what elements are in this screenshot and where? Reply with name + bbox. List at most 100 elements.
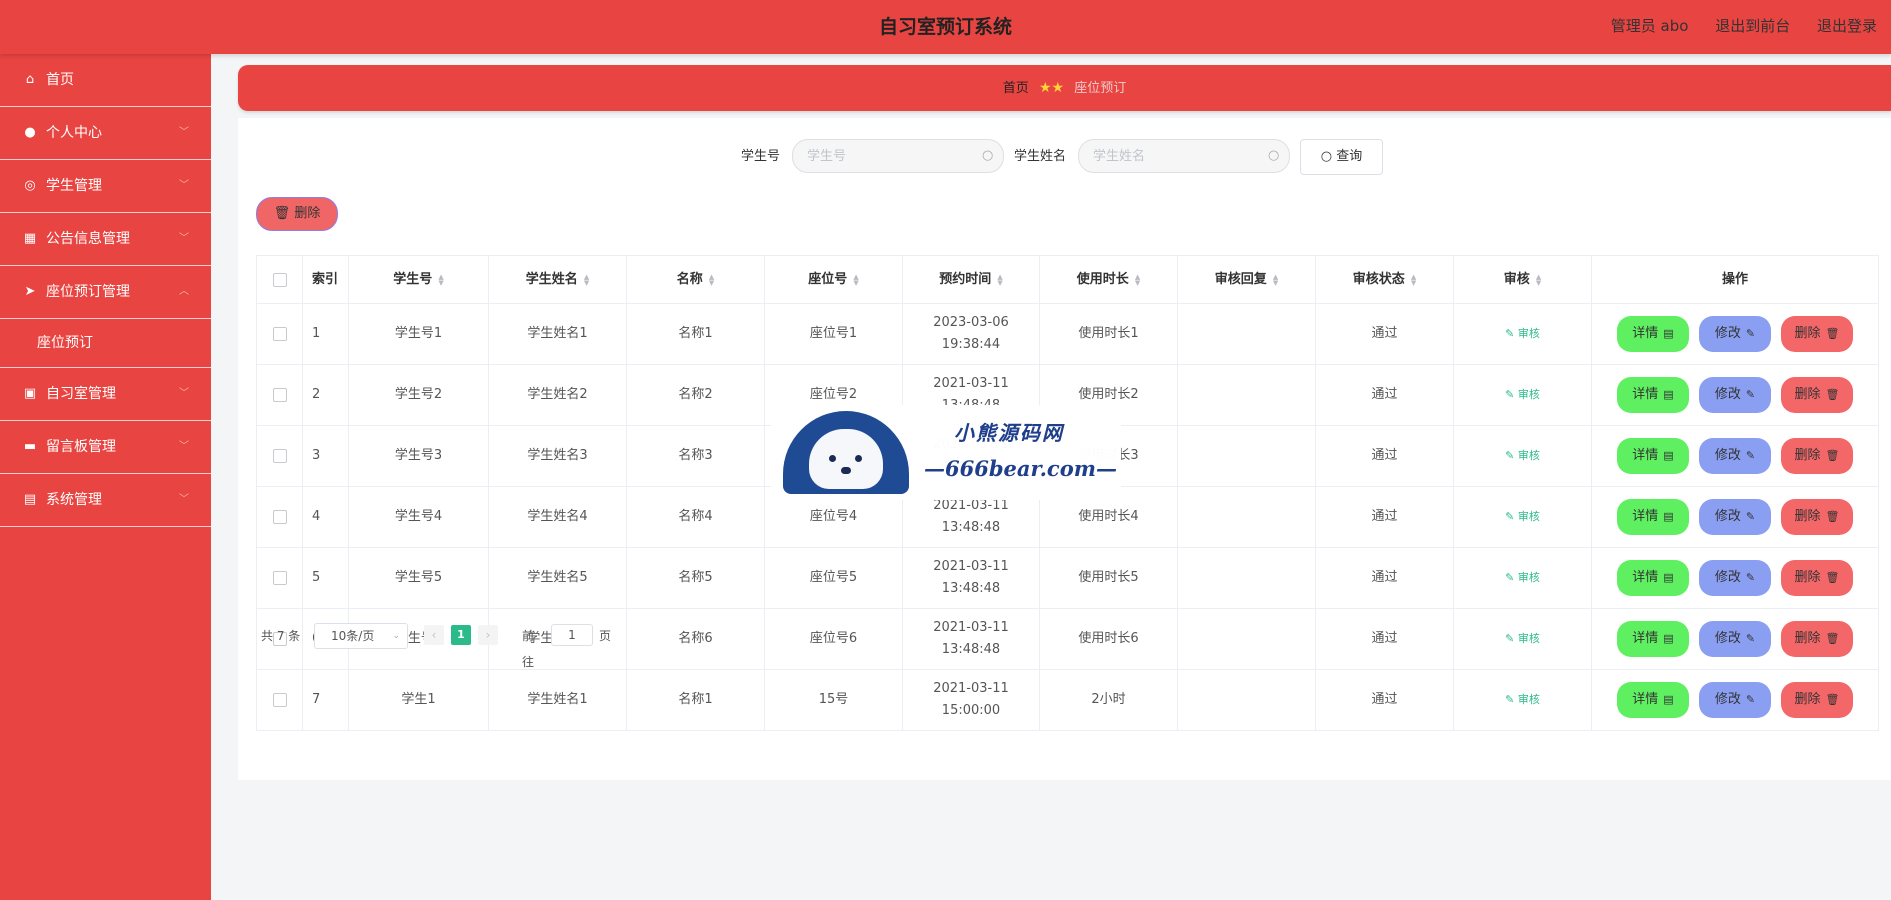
edit-button[interactable]: 修改 ✎ xyxy=(1699,682,1771,718)
cell-status: 通过 xyxy=(1371,509,1398,524)
table-header-cell[interactable]: 使用时长 ▲ ▼ xyxy=(1040,256,1178,303)
detail-button-label: 详情 xyxy=(1632,631,1659,646)
delete-button[interactable]: 删除 🗑 xyxy=(1781,682,1853,718)
audit-link[interactable]: ✎ 审核 xyxy=(1505,628,1540,650)
sort-icon[interactable]: ▲ ▼ xyxy=(1135,273,1140,286)
detail-button-label: 详情 xyxy=(1632,448,1659,463)
sidebar-item[interactable]: ▬ 留言板管理 ﹀ xyxy=(0,421,211,474)
table-header-cell[interactable]: 座位号 ▲ ▼ xyxy=(765,256,903,303)
sidebar-item[interactable]: ▤ 系统管理 ﹀ xyxy=(0,474,211,527)
batch-delete-button[interactable]: 🗑 删除 xyxy=(256,197,338,231)
row-checkbox[interactable] xyxy=(272,510,287,524)
next-page-button[interactable]: › xyxy=(478,625,498,645)
delete-button[interactable]: 删除 🗑 xyxy=(1781,499,1853,535)
detail-button[interactable]: 详情 ▤ xyxy=(1617,682,1689,718)
sidebar-item[interactable]: ◎ 学生管理 ﹀ xyxy=(0,160,211,213)
sort-icon[interactable]: ▲ ▼ xyxy=(1411,273,1416,286)
cell-time: 2021-03-11 13:48:48 xyxy=(933,559,1009,596)
sidebar-subitem-seat-booking[interactable]: 座位预订 xyxy=(0,319,211,368)
table-header-cell[interactable]: 名称 ▲ ▼ xyxy=(627,256,765,303)
select-all-checkbox[interactable] xyxy=(272,272,287,287)
column-header-label: 操作 xyxy=(1721,271,1748,287)
delete-button[interactable]: 删除 🗑 xyxy=(1781,377,1853,413)
detail-button[interactable]: 详情 ▤ xyxy=(1617,438,1689,474)
prev-page-button[interactable]: ‹ xyxy=(424,625,444,645)
audit-link[interactable]: ✎ 审核 xyxy=(1505,445,1540,467)
audit-link[interactable]: ✎ 审核 xyxy=(1505,323,1540,345)
table-cell: ✎ 审核 xyxy=(1454,609,1592,669)
table-cell xyxy=(1178,548,1316,608)
edit-button[interactable]: 修改 ✎ xyxy=(1699,621,1771,657)
row-checkbox[interactable] xyxy=(272,327,287,341)
goto-page-input[interactable] xyxy=(551,624,593,646)
detail-button[interactable]: 详情 ▤ xyxy=(1617,621,1689,657)
cell-status: 通过 xyxy=(1371,387,1398,402)
sort-icon[interactable]: ▲ ▼ xyxy=(1273,273,1278,286)
detail-button[interactable]: 详情 ▤ xyxy=(1617,499,1689,535)
sort-icon[interactable]: ▲ ▼ xyxy=(438,273,443,286)
table-cell: 学生姓名1 xyxy=(489,304,627,364)
edit-button[interactable]: 修改 ✎ xyxy=(1699,560,1771,596)
student-name-input[interactable] xyxy=(1078,139,1290,173)
detail-button[interactable]: 详情 ▤ xyxy=(1617,377,1689,413)
audit-link[interactable]: ✎ 审核 xyxy=(1505,567,1540,589)
table-header-cell[interactable]: 学生姓名 ▲ ▼ xyxy=(489,256,627,303)
student-no-input[interactable] xyxy=(792,139,1004,173)
breadcrumb-current: 座位预订 xyxy=(1074,81,1127,96)
delete-button[interactable]: 删除 🗑 xyxy=(1781,560,1853,596)
cell-name: 名称4 xyxy=(678,509,713,524)
sort-icon[interactable]: ▲ ▼ xyxy=(997,273,1002,286)
sort-icon[interactable]: ▲ ▼ xyxy=(1536,273,1541,286)
table-cell: 学生号4 xyxy=(349,487,489,547)
logout-link[interactable]: 退出登录 xyxy=(1817,17,1877,35)
detail-button[interactable]: 详情 ▤ xyxy=(1617,560,1689,596)
audit-link[interactable]: ✎ 审核 xyxy=(1505,506,1540,528)
sidebar-item[interactable]: ▣ 自习室管理 ﹀ xyxy=(0,368,211,421)
sort-icon[interactable]: ▲ ▼ xyxy=(853,273,858,286)
sort-icon[interactable]: ▲ ▼ xyxy=(709,273,714,286)
edit-button[interactable]: 修改 ✎ xyxy=(1699,438,1771,474)
table-cell xyxy=(1178,304,1316,364)
breadcrumb-home[interactable]: 首页 xyxy=(1003,81,1029,96)
row-checkbox[interactable] xyxy=(272,693,287,707)
table-header-cell[interactable]: 预约时间 ▲ ▼ xyxy=(903,256,1040,303)
table-cell: 通过 xyxy=(1316,548,1454,608)
student-no-label: 学生号 xyxy=(741,149,781,164)
cell-time: 2023-03-06 19:38:44 xyxy=(933,315,1009,352)
edit-button[interactable]: 修改 ✎ xyxy=(1699,377,1771,413)
detail-button[interactable]: 详情 ▤ xyxy=(1617,316,1689,352)
row-checkbox[interactable] xyxy=(272,571,287,585)
sidebar-item[interactable]: ⌂ 首页 xyxy=(0,54,211,107)
delete-button[interactable]: 删除 🗑 xyxy=(1781,316,1853,352)
table-header-cell[interactable]: 审核状态 ▲ ▼ xyxy=(1316,256,1454,303)
page-size-select[interactable]: 10条/页 ⌄ xyxy=(314,623,408,649)
sidebar-item[interactable]: ➤ 座位预订管理 ︿ xyxy=(0,266,211,319)
exit-to-front-link[interactable]: 退出到前台 xyxy=(1715,17,1790,35)
edit-button-label: 修改 xyxy=(1714,692,1741,707)
table-header-cell[interactable]: 学生号 ▲ ▼ xyxy=(349,256,489,303)
page-number-current[interactable]: 1 xyxy=(451,625,471,645)
table-cell xyxy=(257,548,303,608)
query-button[interactable]: ○ 查询 xyxy=(1300,139,1383,175)
breadcrumb-separator-icon: ★★ xyxy=(1038,80,1065,96)
table-cell: 使用时长1 xyxy=(1040,304,1178,364)
delete-button[interactable]: 删除 🗑 xyxy=(1781,438,1853,474)
sidebar-item[interactable]: ● 个人中心 ﹀ xyxy=(0,107,211,160)
row-checkbox[interactable] xyxy=(272,449,287,463)
sort-icon[interactable]: ▲ ▼ xyxy=(584,273,589,286)
delete-button[interactable]: 删除 🗑 xyxy=(1781,621,1853,657)
audit-link[interactable]: ✎ 审核 xyxy=(1505,384,1540,406)
table-cell: 2021-03-11 13:48:48 xyxy=(903,609,1040,669)
table-header-cell[interactable]: 审核回复 ▲ ▼ xyxy=(1178,256,1316,303)
cell-index: 5 xyxy=(312,570,321,585)
edit-button[interactable]: 修改 ✎ xyxy=(1699,316,1771,352)
column-header-label: 座位号 xyxy=(808,271,848,287)
column-header-label: 名称 xyxy=(676,271,703,287)
row-checkbox[interactable] xyxy=(272,388,287,402)
edit-button[interactable]: 修改 ✎ xyxy=(1699,499,1771,535)
table-header-cell[interactable]: 审核 ▲ ▼ xyxy=(1454,256,1592,303)
cell-student-name: 学生姓名2 xyxy=(527,387,588,402)
audit-link[interactable]: ✎ 审核 xyxy=(1505,689,1540,711)
table-row: 5 学生号5 学生姓名5 名称5 座位号5 2021-03-11 13:48:48 使用时长… xyxy=(257,548,1879,609)
sidebar-item[interactable]: ▦ 公告信息管理 ﹀ xyxy=(0,213,211,266)
